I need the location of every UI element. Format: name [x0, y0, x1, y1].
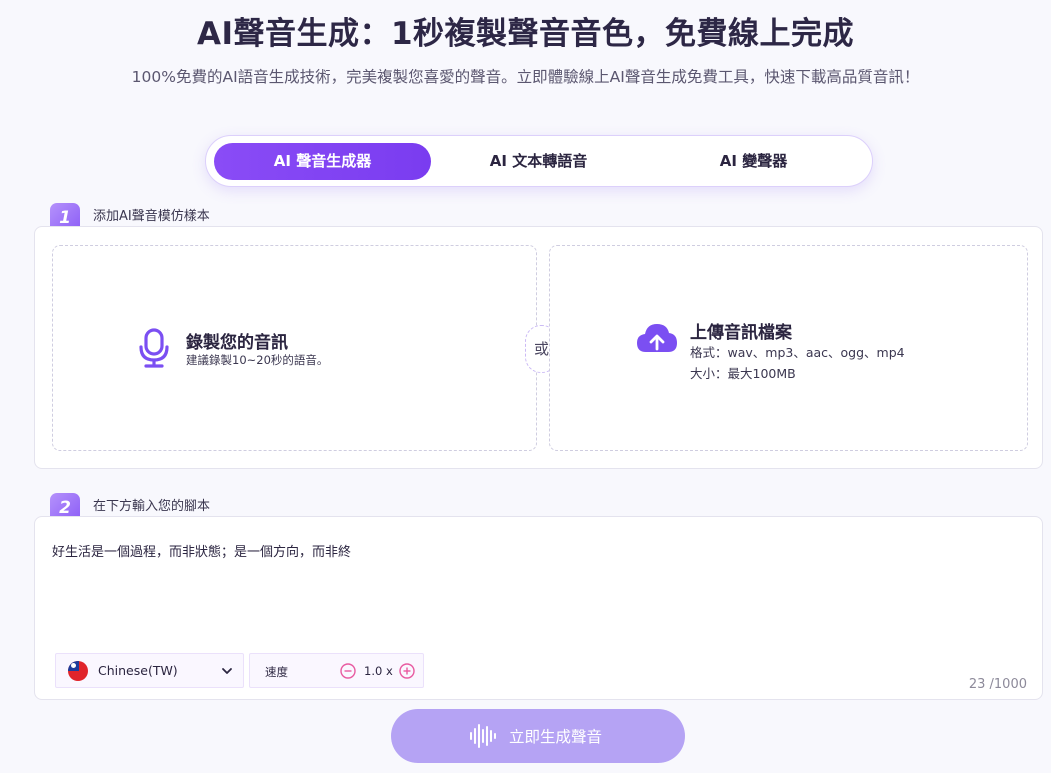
language-value: Chinese(TW) — [98, 663, 178, 678]
microphone-icon — [139, 328, 169, 368]
waveform-icon — [470, 724, 496, 748]
script-panel: 好生活是一個過程，而非狀態；是一個方向，而非終 Chinese(TW) 速度 1… — [34, 516, 1043, 700]
speed-label: 速度 — [265, 665, 288, 679]
step-1-label: 添加AI聲音模仿樣本 — [93, 209, 210, 224]
speed-increase-button[interactable] — [399, 663, 415, 679]
language-select[interactable]: Chinese(TW) — [55, 653, 244, 688]
voice-sample-panel: 錄製您的音訊 建議錄製10~20秒的語音。 或 上傳音訊檔案 格式：wav、mp… — [34, 226, 1043, 469]
speed-value: 1.0 x — [364, 664, 393, 678]
page-title: AI聲音生成：1秒複製聲音音色，免費線上完成 — [196, 16, 855, 52]
cloud-upload-icon — [637, 324, 677, 352]
tab-ai-voice-changer[interactable]: AI 變聲器 — [646, 143, 861, 180]
record-title: 錄製您的音訊 — [186, 333, 288, 353]
character-counter: 23 /1000 — [968, 677, 1027, 692]
chevron-down-icon — [222, 668, 232, 674]
speed-control: 速度 1.0 x — [249, 653, 424, 688]
generate-voice-button[interactable]: 立即生成聲音 — [391, 709, 685, 763]
page-subtitle: 100%免費的AI語音生成技術，完美複製您喜愛的聲音。立即體驗線上AI聲音生成免… — [131, 68, 920, 86]
tab-ai-text-to-speech[interactable]: AI 文本轉語音 — [431, 143, 646, 180]
page: AI聲音生成：1秒複製聲音音色，免費線上完成 100%免費的AI語音生成技術，完… — [0, 0, 1051, 773]
script-textarea[interactable]: 好生活是一個過程，而非狀態；是一個方向，而非終 — [52, 541, 1012, 560]
upload-formats: 格式：wav、mp3、aac、ogg、mp4 — [690, 345, 905, 360]
speed-decrease-button[interactable] — [340, 663, 356, 679]
upload-audio-area[interactable]: 上傳音訊檔案 格式：wav、mp3、aac、ogg、mp4 大小：最大100MB — [549, 245, 1028, 451]
generate-voice-label: 立即生成聲音 — [509, 728, 603, 746]
tool-tabs: AI 聲音生成器 AI 文本轉語音 AI 變聲器 — [205, 135, 873, 187]
upload-title: 上傳音訊檔案 — [690, 323, 792, 343]
tab-ai-voice-generator[interactable]: AI 聲音生成器 — [214, 143, 431, 180]
step-2-label: 在下方輸入您的腳本 — [93, 499, 211, 514]
taiwan-flag-icon — [68, 661, 88, 681]
upload-size: 大小：最大100MB — [690, 366, 796, 381]
record-audio-area[interactable]: 錄製您的音訊 建議錄製10~20秒的語音。 — [52, 245, 537, 451]
record-hint: 建議錄製10~20秒的語音。 — [186, 353, 329, 367]
